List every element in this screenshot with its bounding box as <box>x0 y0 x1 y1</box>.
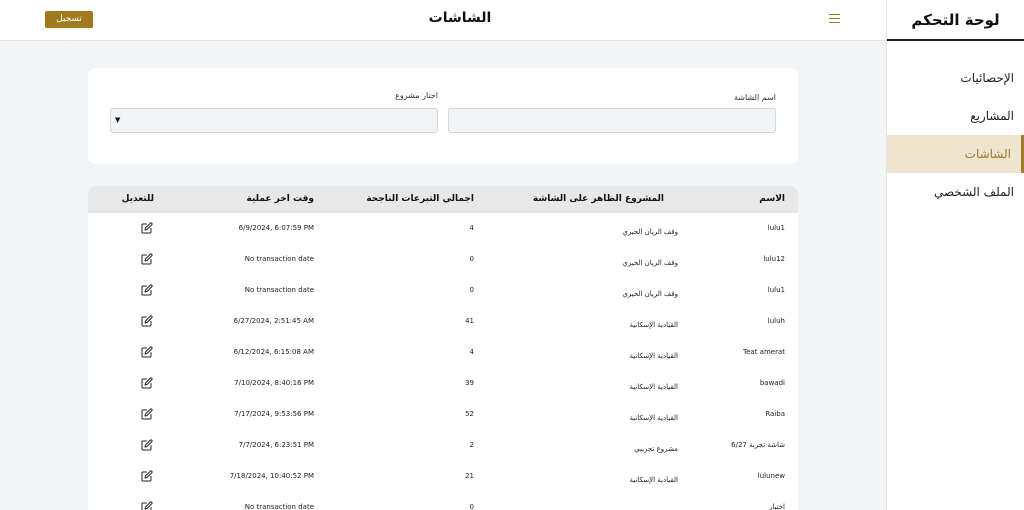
cell-project: وقف الريان الخيري <box>622 290 678 298</box>
logout-button[interactable]: تسجيل خروج <box>45 11 93 41</box>
filter-card: اسم الشاشة اختار مشروع ▼ <box>88 68 798 164</box>
table-row: lulu1 وقف الريان الخيري 4 6/9/2024, 6:07:59… <box>88 215 798 246</box>
cell-name: شاشة تجربة 6/27 <box>731 441 785 449</box>
table-row: luluh القيادية الإسكانية 41 6/27/2024, 2:51… <box>88 308 798 339</box>
cell-project: وقف الريان الخيري <box>622 259 678 267</box>
hamburger-menu-icon[interactable] <box>829 14 840 24</box>
edit-icon[interactable] <box>141 315 153 327</box>
project-select[interactable]: ▼ <box>110 108 438 133</box>
column-header-last-time: وقت اخر عملية <box>246 194 314 204</box>
edit-icon[interactable] <box>141 408 153 420</box>
table-header: الاسم المشروع الظاهر على الشاشة اجمالي ا… <box>88 186 798 213</box>
sidebar-item-statistics[interactable]: الإحصائيات <box>887 59 1024 97</box>
cell-name: lulunew <box>757 472 785 480</box>
cell-name: اختبار <box>768 503 785 510</box>
cell-name: lulu12 <box>763 255 785 263</box>
table-row: lulunew القيادية الإسكانية 21 7/18/2024, 10… <box>88 463 798 494</box>
edit-icon[interactable] <box>141 284 153 296</box>
cell-total: 39 <box>465 379 474 387</box>
cell-total: 21 <box>465 472 474 480</box>
edit-icon[interactable] <box>141 346 153 358</box>
cell-total: 2 <box>469 441 474 449</box>
cell-last-time: 7/10/2024, 8:40:16 PM <box>234 379 314 387</box>
sidebar-title: لوحة التحكم <box>887 0 1024 41</box>
screens-table: الاسم المشروع الظاهر على الشاشة اجمالي ا… <box>88 186 798 510</box>
column-header-edit: للتعديل <box>121 194 154 204</box>
table-row: شاشة تجربة 6/27 مشروع تجريبي 2 7/7/2024, 6:… <box>88 432 798 463</box>
edit-icon[interactable] <box>141 377 153 389</box>
cell-project: وقف الريان الخيري <box>622 228 678 236</box>
cell-last-time: No transaction date <box>244 503 314 510</box>
page-title: الشاشات <box>428 10 492 26</box>
cell-project: القيادية الإسكانية <box>629 476 678 484</box>
cell-last-time: 6/9/2024, 6:07:59 PM <box>238 224 314 232</box>
screen-name-input[interactable] <box>448 108 776 133</box>
edit-icon[interactable] <box>141 470 153 482</box>
cell-last-time: 7/17/2024, 9:53:56 PM <box>234 410 314 418</box>
cell-project: مشروع تجريبي <box>634 445 678 453</box>
cell-name: Raiba <box>765 410 785 418</box>
sidebar: لوحة التحكم الإحصائيات المشاريع الشاشات … <box>886 0 1024 510</box>
cell-project: القيادية الإسكانية <box>629 383 678 391</box>
cell-total: 0 <box>469 286 474 294</box>
cell-name: lulu1 <box>767 224 785 232</box>
cell-name: lulu1 <box>767 286 785 294</box>
cell-total: 4 <box>469 224 474 232</box>
sidebar-item-projects[interactable]: المشاريع <box>887 97 1024 135</box>
table-row: اختبار 0 No transaction date <box>88 494 798 510</box>
cell-total: 52 <box>465 410 474 418</box>
cell-last-time: 7/7/2024, 6:23:51 PM <box>238 441 314 449</box>
column-header-project: المشروع الظاهر على الشاشة <box>532 194 664 204</box>
cell-project: القيادية الإسكانية <box>629 321 678 329</box>
column-header-total: اجمالي التبرعات الناجحة <box>366 194 474 204</box>
column-header-name: الاسم <box>759 194 785 204</box>
cell-total: 4 <box>469 348 474 356</box>
edit-icon[interactable] <box>141 253 153 265</box>
cell-last-time: 6/27/2024, 2:51:45 AM <box>233 317 314 325</box>
cell-total: 0 <box>469 503 474 510</box>
cell-last-time: No transaction date <box>244 255 314 263</box>
edit-icon[interactable] <box>141 501 153 510</box>
project-select-label: اختار مشروع <box>395 91 438 100</box>
edit-icon[interactable] <box>141 439 153 451</box>
edit-icon[interactable] <box>141 222 153 234</box>
table-row: lulu12 وقف الريان الخيري 0 No transaction d… <box>88 246 798 277</box>
table-row: Teat amerat القيادية الإسكانية 4 6/12/2024,… <box>88 339 798 370</box>
table-row: Raiba القيادية الإسكانية 52 7/17/2024, 9:53… <box>88 401 798 432</box>
sidebar-item-profile[interactable]: الملف الشخصي <box>887 173 1024 211</box>
table-row: lulu1 وقف الريان الخيري 0 No transaction da… <box>88 277 798 308</box>
cell-last-time: 6/12/2024, 6:15:08 AM <box>233 348 314 356</box>
cell-total: 0 <box>469 255 474 263</box>
sidebar-item-screens[interactable]: الشاشات <box>887 135 1024 173</box>
cell-name: bawadi <box>759 379 785 387</box>
cell-name: Teat amerat <box>743 348 785 356</box>
cell-total: 41 <box>465 317 474 325</box>
screen-name-label: اسم الشاشة <box>733 93 776 102</box>
sidebar-nav: الإحصائيات المشاريع الشاشات الملف الشخصي <box>887 59 1024 211</box>
table-row: bawadi القيادية الإسكانية 39 7/10/2024, 8:4… <box>88 370 798 401</box>
cell-project: القيادية الإسكانية <box>629 352 678 360</box>
cell-last-time: 7/18/2024, 10:40:52 PM <box>229 472 314 480</box>
topbar: تسجيل خروج الشاشات <box>0 0 886 41</box>
cell-last-time: No transaction date <box>244 286 314 294</box>
cell-project: القيادية الإسكانية <box>629 414 678 422</box>
chevron-down-icon: ▼ <box>115 116 121 124</box>
cell-name: luluh <box>767 317 785 325</box>
